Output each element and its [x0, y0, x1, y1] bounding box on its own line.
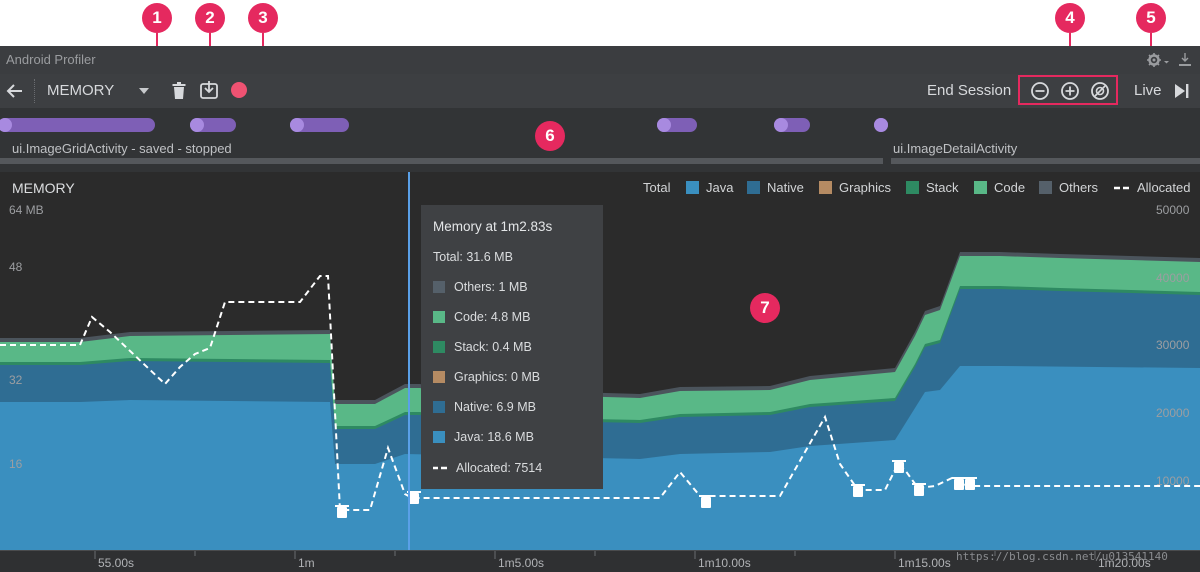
memory-tooltip: Memory at 1m2.83s Total: 31.6 MB Others:… — [421, 205, 603, 489]
tooltip-allocated: Allocated: 7514 — [433, 461, 542, 475]
tooltip-native: Native: 6.9 MB — [433, 400, 536, 414]
event-pill[interactable] — [290, 118, 349, 132]
right-axis-label: 20000 — [1156, 406, 1190, 420]
time-tick-label: 1m10.00s — [698, 556, 751, 570]
title-bar: Android Profiler — [0, 46, 1200, 75]
right-axis-label: 30000 — [1156, 338, 1190, 352]
event-pill[interactable] — [774, 118, 810, 132]
tooltip-code-text: Code: 4.8 MB — [454, 310, 531, 324]
event-dot — [874, 118, 888, 132]
tooltip-total: Total: 31.6 MB — [433, 250, 513, 264]
profiler-select[interactable]: MEMORY — [40, 74, 152, 108]
time-tick-label: 1m15.00s — [898, 556, 951, 570]
tooltip-java: Java: 18.6 MB — [433, 430, 534, 444]
event-dot — [290, 118, 304, 132]
event-pill[interactable] — [874, 118, 888, 132]
tooltip-graphics: Graphics: 0 MB — [433, 370, 540, 384]
right-axis-label: 40000 — [1156, 271, 1190, 285]
jump-to-live-icon[interactable] — [1173, 83, 1191, 99]
tooltip-graphics-text: Graphics: 0 MB — [454, 370, 541, 384]
tooltip-stack-text: Stack: 0.4 MB — [454, 340, 532, 354]
record-allocations-button[interactable] — [231, 82, 247, 98]
event-dot — [774, 118, 788, 132]
callout-1: 1 — [142, 3, 172, 33]
reset-zoom-icon[interactable] — [1090, 81, 1110, 101]
tooltip-allocated-text: Allocated: 7514 — [456, 461, 543, 475]
event-dot — [657, 118, 671, 132]
tooltip-swatch — [433, 281, 445, 293]
back-arrow-icon[interactable] — [5, 81, 25, 101]
tooltip-others-text: Others: 1 MB — [454, 280, 528, 294]
activity-label: ui.ImageGridActivity - saved - stopped — [12, 141, 232, 156]
callout-6: 6 — [535, 121, 565, 151]
zoom-in-icon[interactable] — [1060, 81, 1080, 101]
callout-4: 4 — [1055, 3, 1085, 33]
profiler-select-label: MEMORY — [47, 82, 115, 99]
y-axis-label: 48 — [9, 260, 23, 274]
chevron-down-icon — [139, 88, 149, 94]
activity-bar[interactable] — [0, 158, 883, 164]
minimize-icon[interactable] — [1178, 52, 1192, 68]
toolbar-divider — [34, 79, 36, 103]
zoom-out-icon[interactable] — [1030, 81, 1050, 101]
callout-3: 3 — [248, 3, 278, 33]
event-pill[interactable] — [657, 118, 697, 132]
event-dot — [190, 118, 204, 132]
event-pill[interactable] — [190, 118, 236, 132]
event-pill[interactable] — [0, 118, 155, 132]
y-axis-label: 16 — [9, 457, 23, 471]
time-tick-label: 55.00s — [98, 556, 135, 570]
gear-icon[interactable] — [1146, 52, 1170, 68]
tooltip-java-text: Java: 18.6 MB — [454, 430, 534, 444]
tooltip-swatch — [433, 431, 445, 443]
end-session-button[interactable]: End Session — [927, 82, 1011, 99]
watermark: https://blog.csdn.net/u013541140 — [956, 550, 1168, 563]
tooltip-swatch — [433, 341, 445, 353]
y-axis-label: 64 MB — [9, 203, 44, 217]
dashed-line-icon — [433, 466, 447, 470]
activity-label: ui.ImageDetailActivity — [893, 141, 1018, 156]
time-tick-label: 1m — [298, 556, 315, 570]
window-title: Android Profiler — [6, 52, 96, 67]
y-axis-label: 32 — [9, 373, 23, 387]
selection-cursor[interactable] — [408, 172, 410, 550]
event-timeline: ui.ImageGridActivity - saved - stopped u… — [0, 108, 1200, 172]
activity-bar[interactable] — [891, 158, 1200, 164]
callout-5: 5 — [1136, 3, 1166, 33]
live-label[interactable]: Live — [1134, 82, 1162, 99]
event-dot — [0, 118, 12, 132]
tooltip-title: Memory at 1m2.83s — [433, 219, 553, 234]
callout-2: 2 — [195, 3, 225, 33]
right-axis-label: 10000 — [1156, 474, 1190, 488]
tooltip-stack: Stack: 0.4 MB — [433, 340, 532, 354]
toolbar: MEMORY End Session Live — [0, 74, 1200, 108]
right-axis-label: 50000 — [1156, 203, 1190, 217]
callout-7: 7 — [750, 293, 780, 323]
trash-icon[interactable] — [171, 82, 187, 100]
tooltip-swatch — [433, 371, 445, 383]
tooltip-native-text: Native: 6.9 MB — [454, 400, 536, 414]
tooltip-code: Code: 4.8 MB — [433, 310, 530, 324]
tooltip-swatch — [433, 311, 445, 323]
tooltip-others: Others: 1 MB — [433, 280, 528, 294]
heap-dump-icon[interactable] — [199, 80, 219, 100]
tooltip-swatch — [433, 401, 445, 413]
time-tick-label: 1m5.00s — [498, 556, 545, 570]
